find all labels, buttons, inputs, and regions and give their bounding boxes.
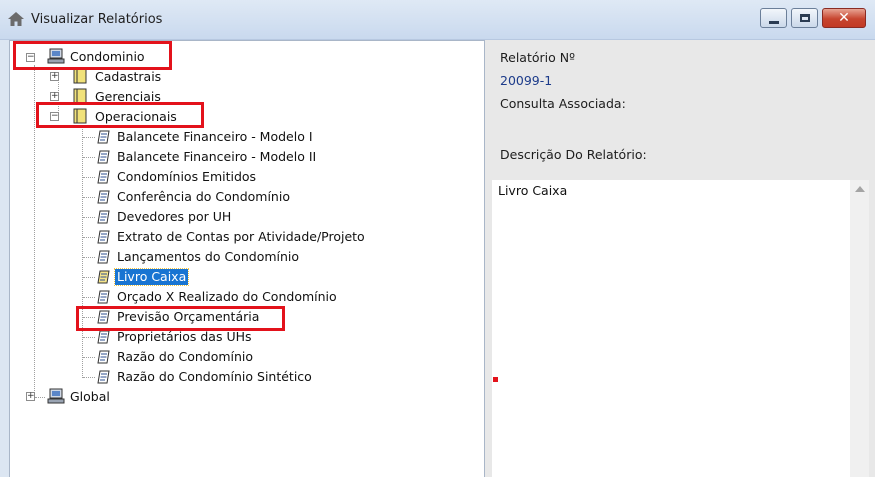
tree-line — [83, 217, 95, 218]
marker-dot — [493, 377, 498, 382]
report-icon — [97, 150, 110, 164]
report-icon — [97, 130, 110, 144]
tree-node-label: Proprietários das UHs — [117, 329, 252, 344]
highlight-box-previsao — [76, 306, 285, 331]
folder-icon — [73, 68, 87, 84]
report-number-value: 20099-1 — [500, 73, 553, 88]
tree-line — [83, 197, 95, 198]
tree-node-label: Cadastrais — [95, 69, 162, 84]
query-label: Consulta Associada: — [500, 96, 626, 111]
tree-node-cadastrais[interactable]: Cadastrais — [93, 68, 163, 86]
expand-gerenciais-toggle[interactable]: + — [50, 92, 59, 101]
report-icon — [97, 330, 110, 344]
tree-line — [83, 177, 95, 178]
tree-node-report[interactable]: Razão do Condomínio Sintético — [115, 368, 314, 386]
report-number-label: Relatório Nº — [500, 50, 575, 65]
title-bar: Visualizar Relatórios ✕ — [0, 0, 875, 40]
tree-line — [34, 65, 35, 397]
tree-node-label: Condomínios Emitidos — [117, 169, 257, 184]
tree-line — [83, 337, 95, 338]
tree-node-label: Orçado X Realizado do Condomínio — [117, 289, 337, 304]
maximize-icon — [800, 14, 810, 22]
tree-node-report[interactable]: Balancete Financeiro - Modelo I — [115, 128, 315, 146]
tree-line — [35, 397, 45, 398]
tree-node-report[interactable]: Extrato de Contas por Atividade/Projeto — [115, 228, 367, 246]
highlight-box-condominio — [13, 41, 172, 70]
description-text: Livro Caixa — [498, 183, 568, 198]
tree-node-report[interactable]: Lançamentos do Condomínio — [115, 248, 301, 266]
expand-cadastrais-toggle[interactable]: + — [50, 72, 59, 81]
highlight-box-operacionais — [36, 102, 204, 128]
minimize-icon — [769, 21, 779, 24]
tree-line — [83, 297, 95, 298]
tree-node-report[interactable]: Razão do Condomínio — [115, 348, 255, 366]
home-icon — [8, 12, 24, 26]
maximize-button[interactable] — [791, 8, 818, 28]
tree-line — [83, 237, 95, 238]
tree-node-label: Extrato de Contas por Atividade/Projeto — [117, 229, 365, 244]
tree-line — [83, 137, 95, 138]
description-textbox[interactable] — [492, 180, 850, 477]
report-icon — [97, 210, 110, 224]
tree-line — [83, 357, 95, 358]
description-scrollbar[interactable] — [850, 180, 869, 477]
tree-node-label: Livro Caixa — [113, 268, 190, 286]
report-icon — [97, 190, 110, 204]
tree-line — [83, 277, 95, 278]
description-label: Descrição Do Relatório: — [500, 147, 647, 162]
tree-node-label: Global — [70, 389, 110, 404]
tree-node-label: Razão do Condomínio Sintético — [117, 369, 312, 384]
tree-node-label: Conferência do Condomínio — [117, 189, 290, 204]
close-icon: ✕ — [838, 10, 850, 26]
report-icon — [97, 250, 110, 264]
tree-line — [83, 157, 95, 158]
report-icon — [97, 270, 110, 284]
tree-node-report[interactable]: Livro Caixa — [113, 268, 190, 286]
tree-node-global[interactable]: Global — [68, 388, 112, 406]
tree-node-report[interactable]: Balancete Financeiro - Modelo II — [115, 148, 318, 166]
tree-line — [82, 125, 83, 378]
report-icon — [97, 230, 110, 244]
tree-line — [83, 377, 95, 378]
tree-node-report[interactable]: Condomínios Emitidos — [115, 168, 258, 186]
report-icon — [97, 290, 110, 304]
tree-node-label: Devedores por UH — [117, 209, 232, 224]
report-icon — [97, 170, 110, 184]
tree-node-report[interactable]: Conferência do Condomínio — [115, 188, 292, 206]
expand-global-toggle[interactable]: + — [26, 392, 35, 401]
close-button[interactable]: ✕ — [822, 8, 866, 28]
report-icon — [97, 370, 110, 384]
tree-node-label: Lançamentos do Condomínio — [117, 249, 300, 264]
computer-icon — [47, 388, 65, 404]
window-title: Visualizar Relatórios — [31, 12, 163, 27]
tree-node-report[interactable]: Devedores por UH — [115, 208, 233, 226]
minimize-button[interactable] — [760, 8, 787, 28]
tree-node-label: Balancete Financeiro - Modelo I — [117, 129, 313, 144]
report-icon — [97, 350, 110, 364]
tree-node-label: Razão do Condomínio — [117, 349, 254, 364]
scroll-up-icon[interactable] — [855, 186, 865, 192]
tree-line — [83, 257, 95, 258]
tree-node-report[interactable]: Orçado X Realizado do Condomínio — [115, 288, 339, 306]
tree-node-label: Balancete Financeiro - Modelo II — [117, 149, 317, 164]
